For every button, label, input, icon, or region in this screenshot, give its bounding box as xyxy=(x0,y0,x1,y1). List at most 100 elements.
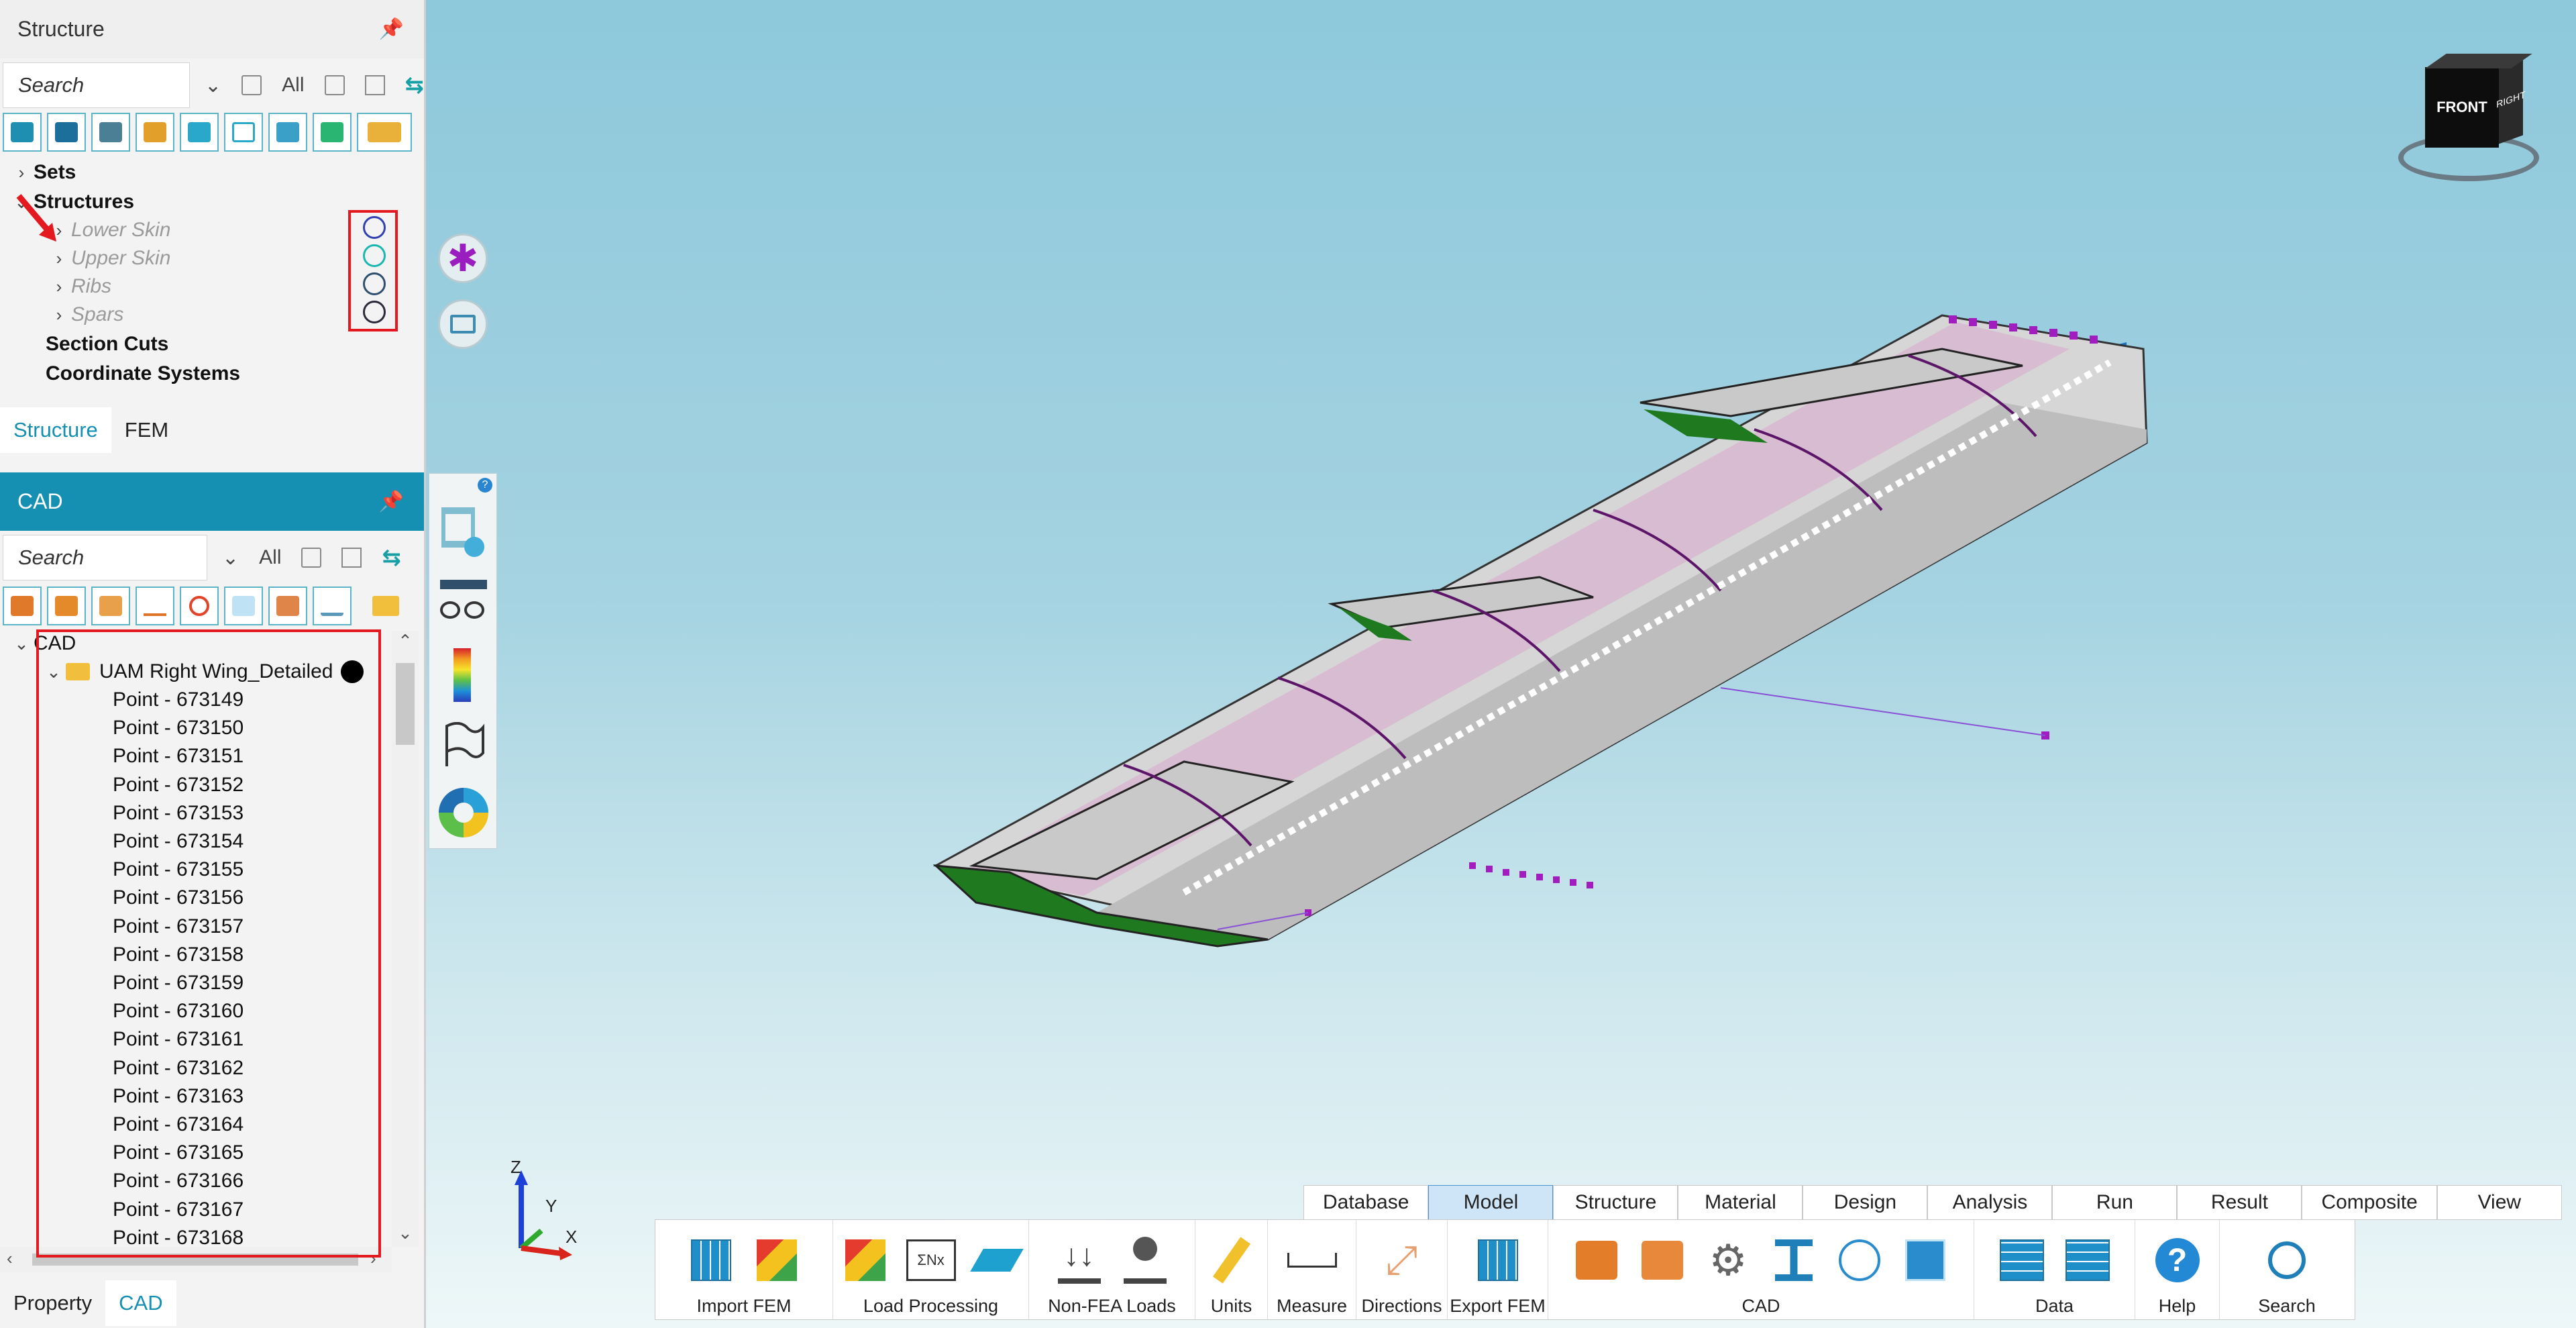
ribbon-tab-analysis[interactable]: Analysis xyxy=(1927,1185,2053,1220)
beam-section-icon[interactable] xyxy=(1766,1233,1821,1288)
layers-tool-icon[interactable] xyxy=(313,113,352,152)
tree-node-section-cuts[interactable]: Section Cuts xyxy=(46,330,168,358)
ruler-icon[interactable] xyxy=(1204,1233,1259,1288)
ribbon-group-search: Search xyxy=(2220,1220,2354,1319)
chevron-right-icon[interactable]: › xyxy=(47,305,71,325)
wing-model[interactable] xyxy=(426,0,2576,1328)
directions-icon[interactable]: ⤢ xyxy=(1375,1233,1430,1288)
data-edit-icon[interactable] xyxy=(2060,1233,2115,1288)
swap-icon[interactable]: ⇆ xyxy=(405,72,425,99)
cad-import-icon[interactable] xyxy=(1569,1233,1624,1288)
new-folder-icon[interactable] xyxy=(366,586,405,625)
cad-scrollbar[interactable]: ⌃ ⌄ xyxy=(392,631,419,1247)
ribbon-group-non-fea-loads: ↓↓ Non-FEA Loads xyxy=(1029,1220,1195,1319)
face-icon[interactable] xyxy=(91,586,130,625)
hierarchy-icon[interactable] xyxy=(364,75,385,95)
box-tool-icon[interactable] xyxy=(268,113,307,152)
ribbon-tab-material[interactable]: Material xyxy=(1678,1185,1803,1220)
ribbon-tab-design[interactable]: Design xyxy=(1803,1185,1928,1220)
ribbon-group-label: Help xyxy=(2158,1296,2196,1316)
edit-icon[interactable] xyxy=(313,586,352,625)
structure-search-input[interactable]: Search xyxy=(3,62,191,108)
solid-tool-icon[interactable] xyxy=(47,113,86,152)
ribbon-tab-run[interactable]: Run xyxy=(2052,1185,2178,1220)
tree-node-label: Lower Skin xyxy=(71,219,171,241)
spar-markers xyxy=(1182,359,2112,896)
force-load-icon[interactable]: ↓↓ xyxy=(1052,1233,1107,1288)
tab-fem[interactable]: FEM xyxy=(111,407,182,453)
import-mesh-icon[interactable] xyxy=(684,1233,739,1288)
ribbon-tab-database[interactable]: Database xyxy=(1303,1185,1429,1220)
ribbon-group-label: Directions xyxy=(1361,1296,1442,1316)
filter-all-label[interactable]: All xyxy=(259,546,281,569)
ribbon-tab-view[interactable]: View xyxy=(2436,1185,2562,1220)
cube-front-face[interactable]: FRONT xyxy=(2425,67,2499,148)
import-results-icon[interactable] xyxy=(749,1233,804,1288)
cube-filter-icon[interactable] xyxy=(241,75,262,95)
tree-node-upper-skin[interactable]: › Upper Skin xyxy=(47,244,171,272)
beam-tool-icon[interactable] xyxy=(224,113,263,152)
cad-search-input[interactable]: Search xyxy=(3,535,207,580)
person-load-icon[interactable] xyxy=(1118,1233,1173,1288)
filter-all-label[interactable]: All xyxy=(282,74,304,97)
ribbon-group-label: Units xyxy=(1210,1296,1252,1316)
tree-node-coordinate-systems[interactable]: Coordinate Systems xyxy=(46,360,240,388)
ribbon-tab-structure[interactable]: Structure xyxy=(1553,1185,1678,1220)
point-target-icon[interactable] xyxy=(180,586,219,625)
tab-cad[interactable]: CAD xyxy=(105,1280,176,1326)
gear-icon[interactable]: ⚙ xyxy=(1701,1233,1756,1288)
3d-viewport[interactable]: ✱ ? FRONT RIGHT Z Y X Database Model Str… xyxy=(426,0,2576,1328)
pin-icon[interactable]: 📌 xyxy=(379,490,404,513)
load-list-icon[interactable] xyxy=(838,1233,893,1288)
surface-load-icon[interactable] xyxy=(969,1233,1024,1288)
scroll-down-icon[interactable]: ⌄ xyxy=(392,1223,419,1247)
folder-tool-icon[interactable] xyxy=(357,113,412,152)
tree-node-ribs[interactable]: › Ribs xyxy=(47,272,111,301)
scroll-up-icon[interactable]: ⌃ xyxy=(392,631,419,655)
scrollbar-thumb[interactable] xyxy=(396,663,415,745)
data-table-icon[interactable] xyxy=(1994,1233,2049,1288)
chevron-right-icon[interactable]: › xyxy=(9,162,34,183)
scroll-left-icon[interactable]: ‹ xyxy=(7,1248,13,1269)
import-cad-icon[interactable] xyxy=(3,586,42,625)
plate-tool-icon[interactable] xyxy=(91,113,130,152)
ribbon-tab-model[interactable]: Model xyxy=(1428,1185,1554,1220)
export-mesh-icon[interactable] xyxy=(1470,1233,1525,1288)
sum-loads-icon[interactable]: ΣNx xyxy=(904,1233,959,1288)
curve-edit-icon[interactable] xyxy=(1832,1233,1887,1288)
tree-node-lower-skin[interactable]: › Lower Skin xyxy=(47,216,171,244)
ribbon-tab-result[interactable]: Result xyxy=(2177,1185,2302,1220)
ribbon-group-help: ? Help xyxy=(2135,1220,2220,1319)
pin-icon[interactable]: 📌 xyxy=(379,17,404,41)
surface-tool-icon[interactable] xyxy=(180,113,219,152)
plane-icon[interactable] xyxy=(224,586,263,625)
view-cube[interactable]: FRONT RIGHT xyxy=(2392,40,2546,181)
tab-property[interactable]: Property xyxy=(0,1280,105,1326)
copy-icon[interactable] xyxy=(301,548,322,568)
solid-body-icon[interactable] xyxy=(47,586,86,625)
help-icon[interactable]: ? xyxy=(2150,1233,2205,1288)
wing-leading-edge xyxy=(1097,403,2147,939)
search-icon[interactable] xyxy=(2259,1233,2314,1288)
swap-icon[interactable]: ⇆ xyxy=(382,544,401,571)
ribbon-tab-composite[interactable]: Composite xyxy=(2302,1185,2437,1220)
chevron-right-icon[interactable]: › xyxy=(47,276,71,297)
curve-icon[interactable] xyxy=(136,586,174,625)
chevron-down-icon[interactable]: ⌄ xyxy=(9,633,34,654)
chevron-down-icon[interactable]: ⌄ xyxy=(222,546,239,570)
chevron-down-icon[interactable]: ⌄ xyxy=(205,74,221,97)
hierarchy-icon[interactable] xyxy=(341,548,362,568)
stack-tool-icon[interactable] xyxy=(136,113,174,152)
cad-export-icon[interactable] xyxy=(1635,1233,1690,1288)
cad-solid-icon[interactable] xyxy=(1898,1233,1953,1288)
chevron-right-icon[interactable]: › xyxy=(47,248,71,269)
tab-structure[interactable]: Structure xyxy=(0,407,111,453)
measure-icon[interactable] xyxy=(1285,1233,1340,1288)
highlight-box xyxy=(36,629,381,1258)
node-tool-icon[interactable] xyxy=(3,113,42,152)
copy-icon[interactable] xyxy=(324,75,345,95)
transform-icon[interactable] xyxy=(268,586,307,625)
tree-node-spars[interactable]: › Spars xyxy=(47,301,124,329)
tree-node-sets[interactable]: › Sets xyxy=(9,158,76,187)
ribbon-group-measure: Measure xyxy=(1268,1220,1356,1319)
